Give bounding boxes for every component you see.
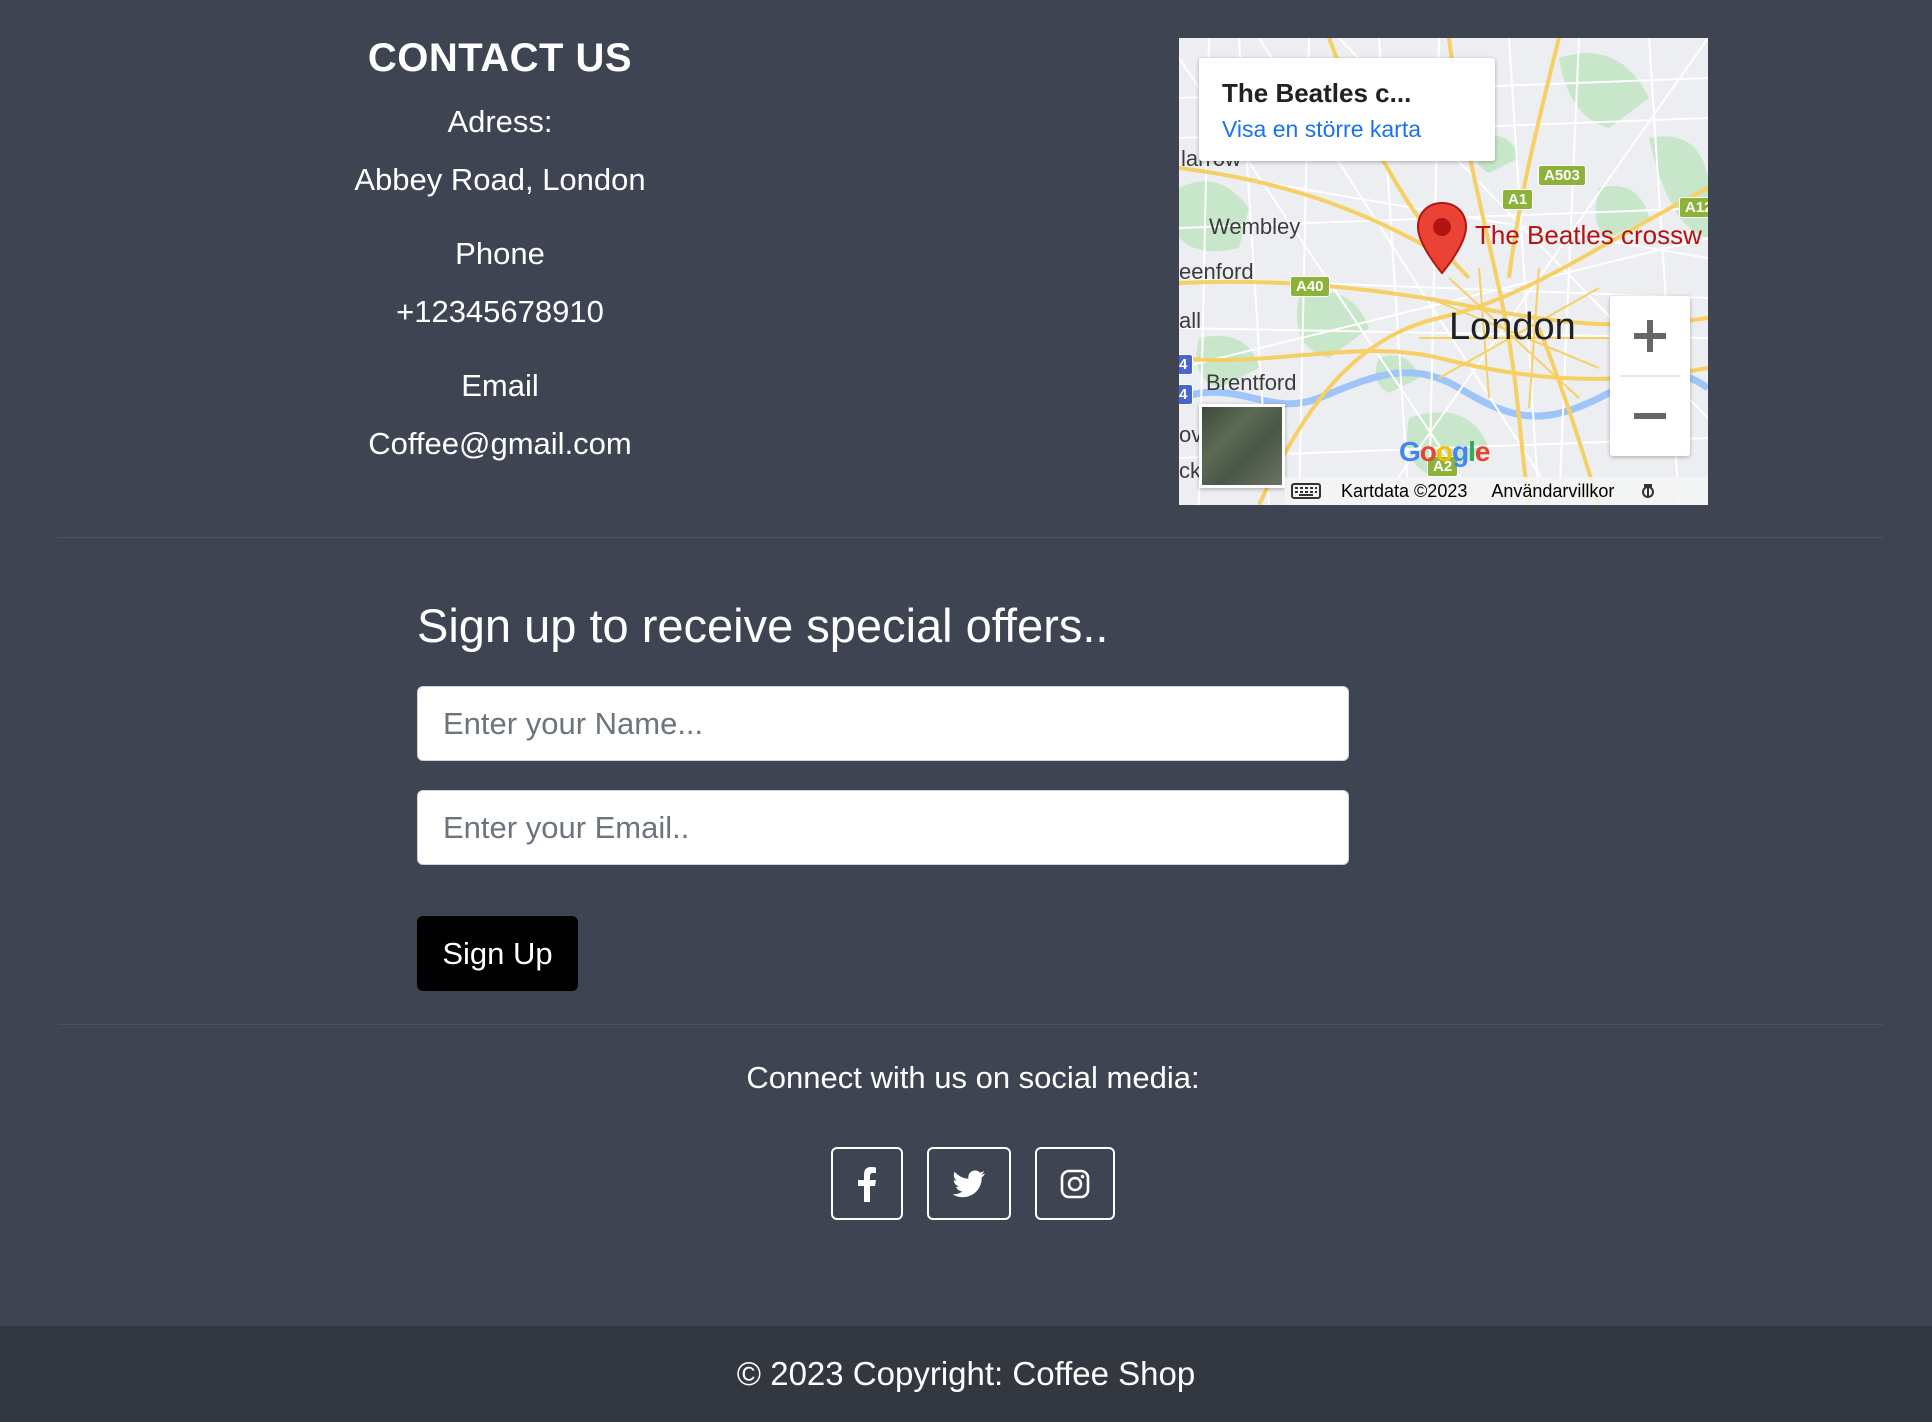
page-footer: © 2023 Copyright: Coffee Shop (0, 1326, 1932, 1422)
twitter-icon (952, 1170, 985, 1197)
road-badge-blue-2: 4 (1179, 384, 1194, 405)
map-label-wembley: Wembley (1209, 214, 1301, 239)
road-badge-a1: A1 (1502, 189, 1534, 210)
map-terms-link[interactable]: Användarvillkor (1491, 481, 1614, 502)
address-value: Abbey Road, London (354, 162, 646, 197)
map-attribution-bar: Kartdata ©2023 Användarvillkor (1285, 477, 1708, 505)
road-badge-blue-1: 4 (1179, 354, 1194, 375)
phone-label: Phone (455, 236, 545, 271)
map-zoom-control (1610, 296, 1690, 456)
phone-value: +12345678910 (396, 294, 604, 329)
twitter-button[interactable] (927, 1147, 1011, 1220)
embedded-map[interactable]: larrow Wembley eenford all Brentford ov … (1179, 38, 1708, 505)
bug-report-icon[interactable] (1640, 483, 1656, 499)
map-city-label: London (1449, 306, 1576, 348)
google-logo: Google (1399, 436, 1490, 467)
map-label-ck: ck (1179, 458, 1201, 483)
satellite-view-toggle[interactable] (1199, 404, 1285, 488)
copyright-text: © 2023 Copyright: Coffee Shop (736, 1355, 1196, 1392)
road-badge-a503: A503 (1538, 165, 1586, 186)
page: CONTACT US Adress: Abbey Road, London Ph… (0, 0, 1932, 1422)
social-title: Connect with us on social media: (746, 1060, 1200, 1095)
map-place-title: The Beatles c... (1222, 78, 1412, 108)
instagram-icon (1060, 1169, 1090, 1198)
road-badge-a40: A40 (1290, 276, 1330, 297)
address-label: Adress: (447, 104, 553, 139)
map-place-label[interactable]: The Beatles crossw (1475, 220, 1702, 251)
section-divider (58, 1024, 1883, 1025)
map-label-hall: all (1179, 308, 1202, 333)
contact-title: CONTACT US (367, 36, 633, 80)
signup-title: Sign up to receive special offers.. (417, 599, 1109, 652)
facebook-icon (858, 1166, 876, 1202)
zoom-in-button[interactable] (1610, 296, 1690, 376)
email-label: Email (461, 368, 539, 403)
map-info-window: The Beatles c... Visa en större karta (1199, 58, 1495, 161)
view-larger-map-link[interactable]: Visa en större karta (1222, 116, 1421, 143)
zoom-out-button[interactable] (1610, 376, 1690, 456)
map-label-brentford: Brentford (1206, 370, 1297, 395)
map-pin-icon[interactable] (1416, 201, 1468, 275)
email-input[interactable] (417, 790, 1349, 865)
facebook-button[interactable] (831, 1147, 903, 1220)
sign-up-button[interactable]: Sign Up (417, 916, 578, 991)
email-value: Coffee@gmail.com (368, 426, 632, 461)
map-data-text[interactable]: Kartdata ©2023 (1341, 481, 1467, 502)
name-input[interactable] (417, 686, 1349, 761)
minus-icon (1634, 413, 1666, 419)
map-label-greenford: eenford (1179, 259, 1254, 284)
instagram-button[interactable] (1035, 1147, 1115, 1220)
plus-icon (1634, 320, 1666, 352)
section-divider (58, 537, 1883, 538)
road-badge-a12: A12 (1679, 197, 1708, 218)
keyboard-icon[interactable] (1291, 483, 1321, 499)
contact-section: CONTACT US Adress: Abbey Road, London Ph… (260, 30, 740, 489)
